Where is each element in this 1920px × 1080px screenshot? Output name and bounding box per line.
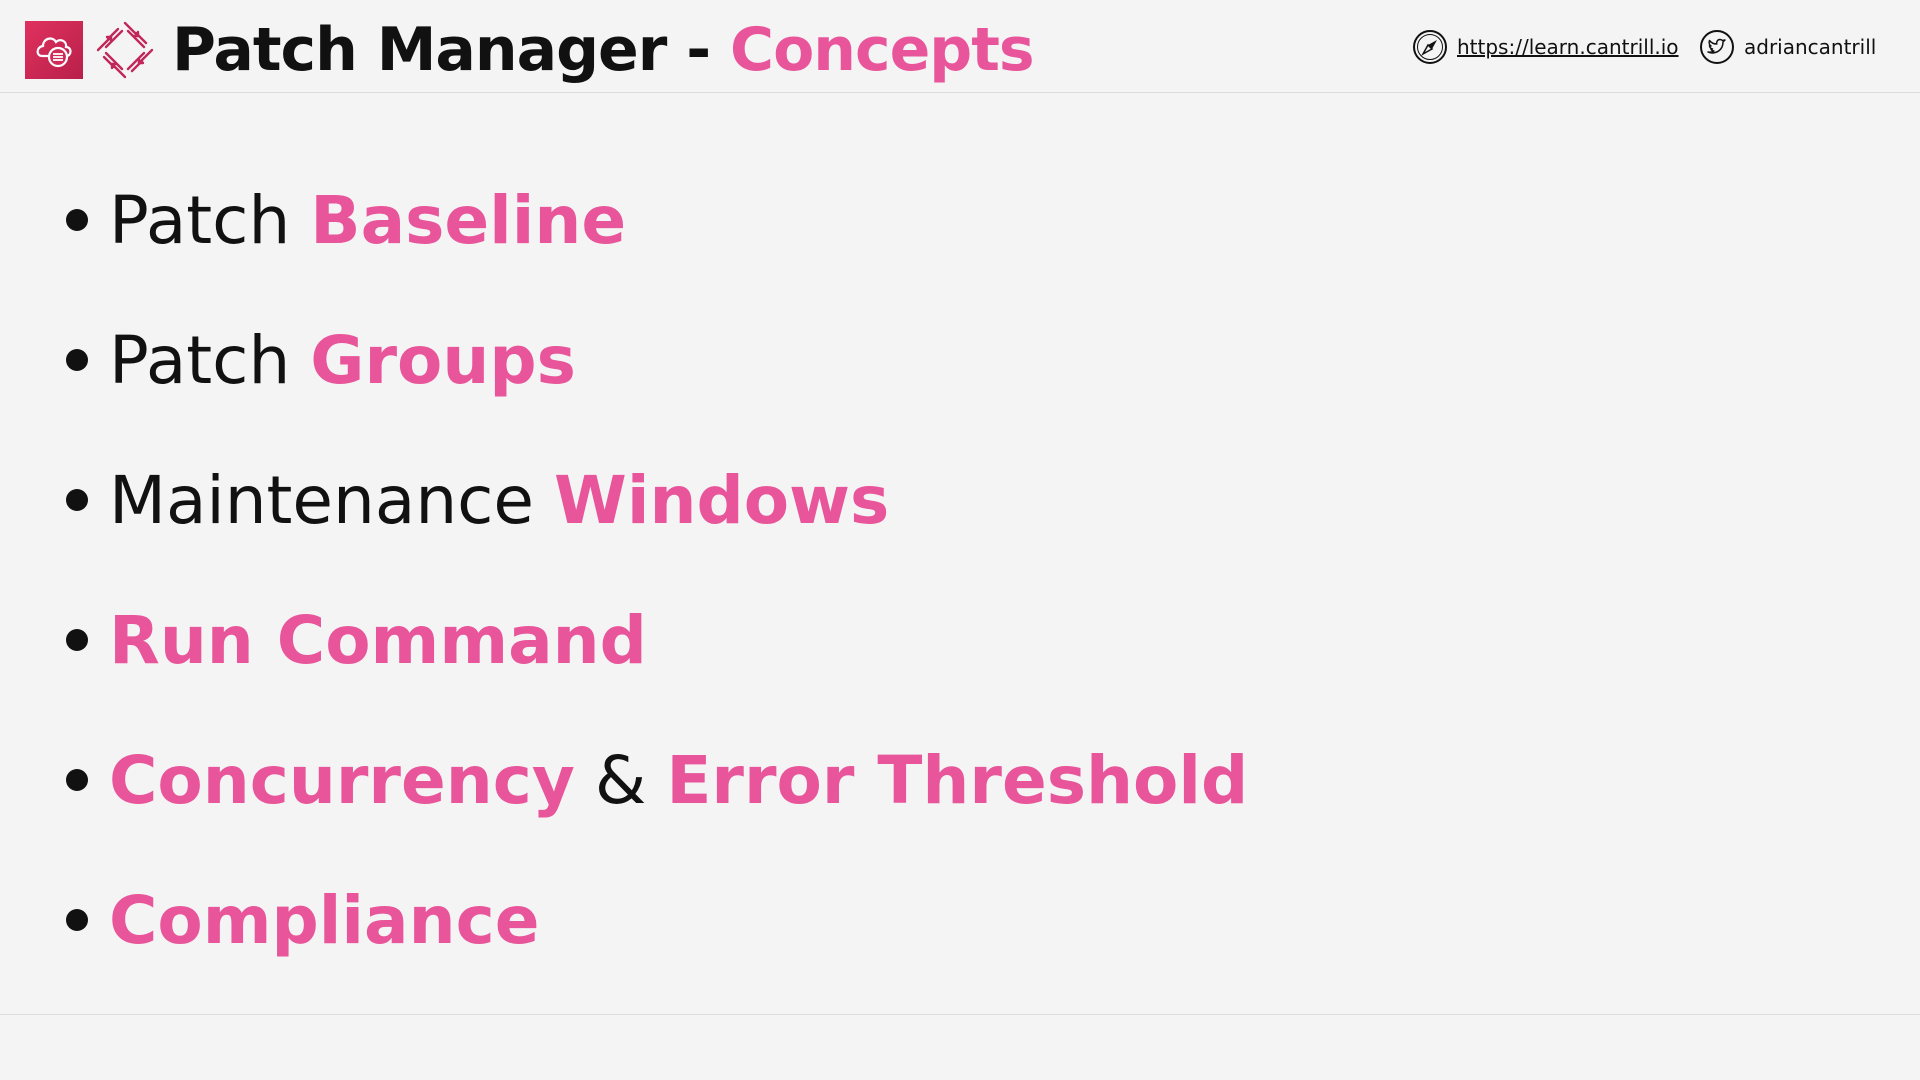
bullet-accent: Concurrency (109, 741, 575, 819)
bullet-joiner: & (594, 741, 647, 819)
bullet-dot (66, 769, 88, 791)
concept-list: Patch Baseline Patch Groups Maintenance … (66, 150, 1248, 990)
slide-header: Patch Manager - Concepts https://learn.c… (0, 0, 1920, 93)
list-item: Patch Baseline (66, 150, 1248, 290)
bullet-accent: Windows (554, 461, 890, 539)
bullet-accent: Groups (310, 321, 576, 399)
website-link[interactable]: https://learn.cantrill.io (1412, 27, 1679, 67)
bullet-dot (66, 209, 88, 231)
patch-manager-icon (94, 19, 156, 81)
bullet-accent: Run Command (109, 601, 647, 679)
bullet-accent-secondary: Error Threshold (666, 741, 1249, 819)
list-item: Concurrency & Error Threshold (66, 710, 1248, 850)
twitter-icon (1699, 29, 1735, 65)
bullet-text: Maintenance (109, 461, 535, 539)
systems-manager-icon (25, 21, 83, 79)
bullet-accent: Compliance (109, 881, 540, 959)
bullet-dot (66, 349, 88, 371)
list-item: Compliance (66, 850, 1248, 990)
footer-divider (0, 1014, 1920, 1015)
title-separator: - (686, 15, 711, 85)
list-item: Patch Groups (66, 290, 1248, 430)
bullet-dot (66, 909, 88, 931)
bullet-dot (66, 629, 88, 651)
bullet-text: Patch (109, 181, 291, 259)
bullet-dot (66, 489, 88, 511)
bullet-accent: Baseline (310, 181, 627, 259)
list-item: Maintenance Windows (66, 430, 1248, 570)
twitter-handle[interactable]: adriancantrill (1744, 35, 1876, 59)
website-link-text[interactable]: https://learn.cantrill.io (1457, 35, 1679, 59)
slide-title: Patch Manager - Concepts (172, 8, 1035, 92)
bullet-text: Patch (109, 321, 291, 399)
slide: Patch Manager - Concepts https://learn.c… (0, 0, 1920, 1080)
compass-icon (1412, 29, 1448, 65)
title-accent: Concepts (730, 15, 1035, 85)
title-main: Patch Manager (172, 15, 667, 85)
twitter-link[interactable]: adriancantrill (1699, 27, 1876, 67)
list-item: Run Command (66, 570, 1248, 710)
